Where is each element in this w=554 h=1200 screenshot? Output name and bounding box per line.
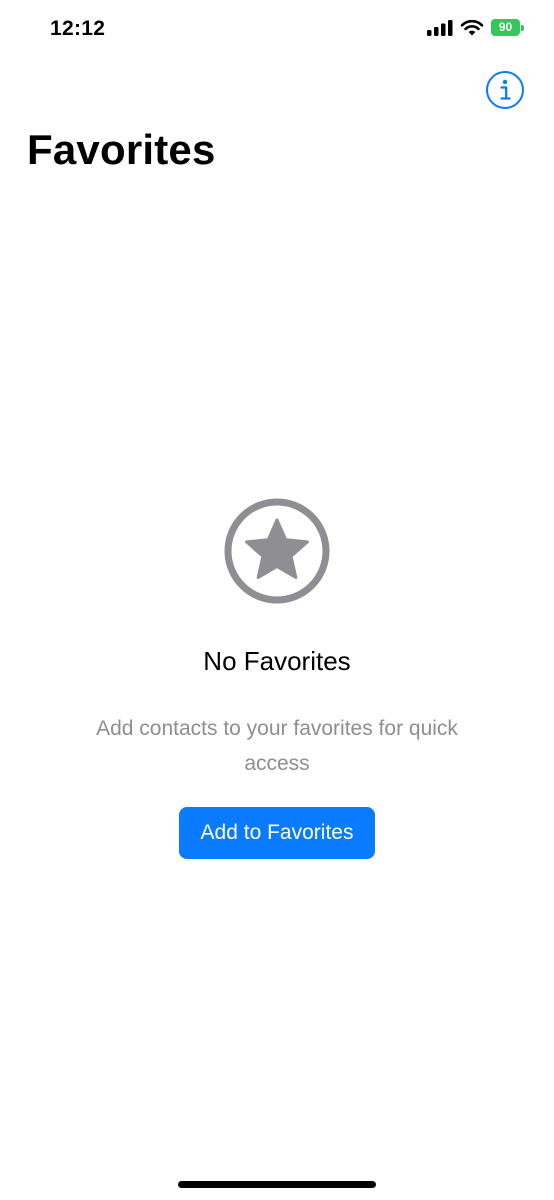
info-button[interactable]	[486, 71, 524, 109]
wifi-icon	[460, 19, 484, 36]
status-bar: 12:12 90	[0, 0, 554, 62]
home-indicator[interactable]	[178, 1181, 376, 1188]
star-icon	[224, 498, 330, 604]
status-time: 12:12	[50, 17, 106, 40]
battery-icon: 90	[491, 19, 524, 36]
add-to-favorites-button[interactable]: Add to Favorites	[179, 807, 375, 859]
empty-state-subtitle: Add contacts to your favorites for quick…	[96, 717, 458, 775]
battery-level: 90	[491, 19, 520, 36]
signal-icon	[427, 20, 453, 36]
status-indicators: 90	[427, 19, 524, 36]
empty-state-title: No Favorites	[203, 646, 351, 676]
empty-state: No Favorites Add contacts to your favori…	[0, 496, 554, 859]
info-icon	[500, 79, 511, 100]
battery-cap	[521, 24, 524, 31]
page-title: Favorites	[27, 126, 216, 173]
